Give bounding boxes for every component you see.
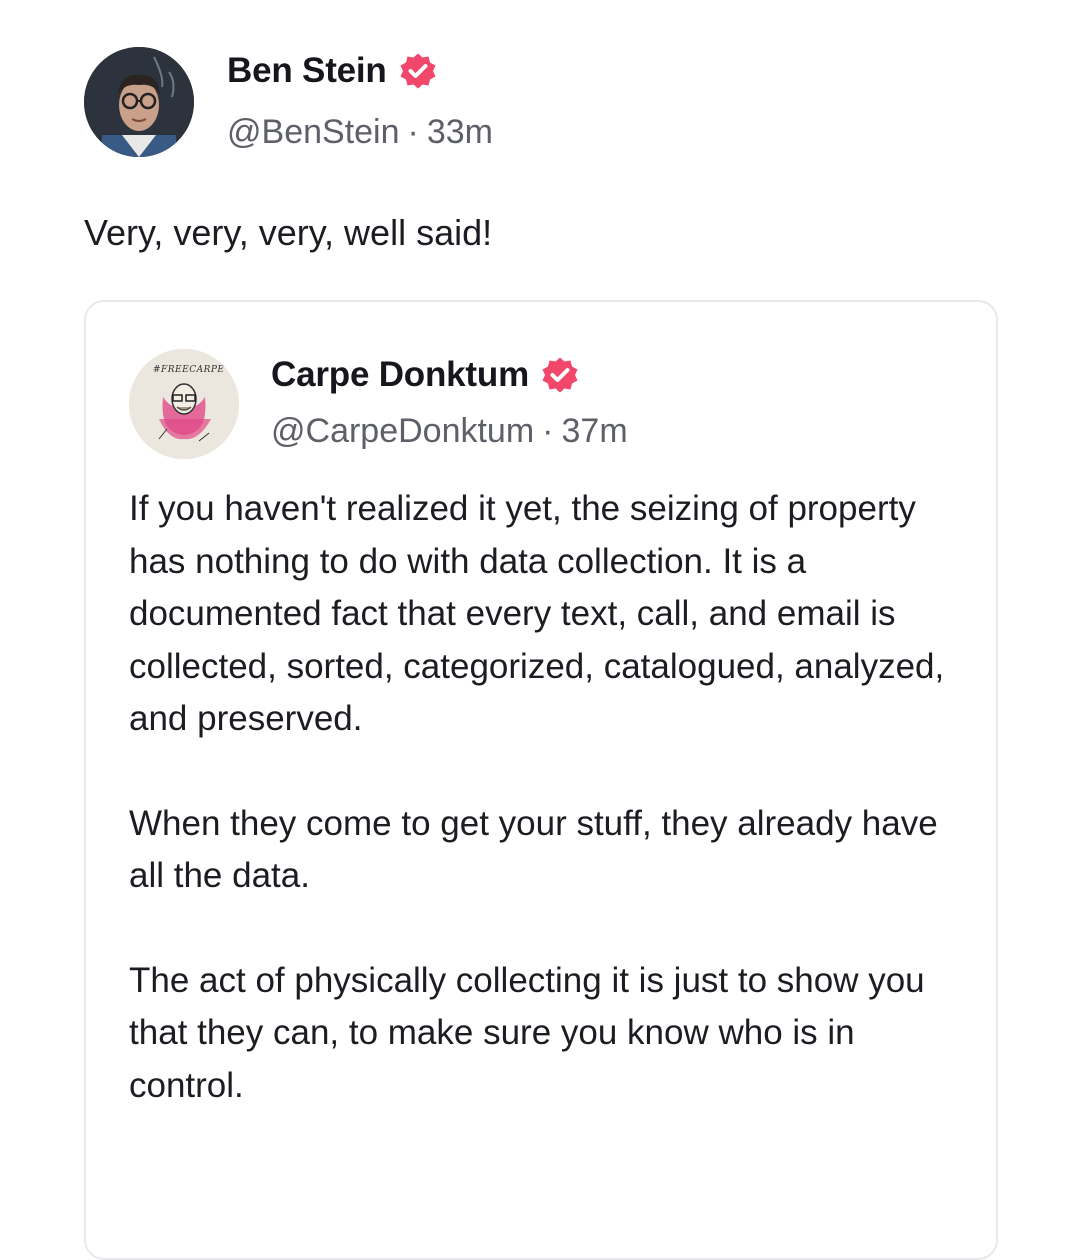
author-name[interactable]: Ben Stein [227, 51, 387, 91]
quoted-author-handle[interactable]: @CarpeDonktum [271, 412, 534, 450]
author-meta: @BenStein · 33m [227, 113, 493, 152]
verified-badge-icon [539, 354, 581, 396]
meta-separator: · [542, 412, 554, 450]
post-text: Very, very, very, well said! [84, 212, 493, 253]
author-avatar[interactable] [84, 47, 194, 157]
quoted-post-timestamp[interactable]: 37m [562, 412, 628, 450]
quoted-post-text: If you haven't realized it yet, the seiz… [129, 483, 969, 1164]
quoted-author-name[interactable]: Carpe Donktum [271, 355, 529, 395]
quoted-paragraph: The act of physically collecting it is j… [129, 960, 925, 1105]
quoted-paragraph: If you haven't realized it yet, the seiz… [129, 489, 945, 738]
quoted-author-name-row: Carpe Donktum [271, 354, 581, 396]
quoted-author-avatar[interactable]: #FREECARPE [129, 349, 239, 459]
author-handle[interactable]: @BenStein [227, 113, 400, 151]
quoted-author-meta: @CarpeDonktum · 37m [271, 412, 628, 451]
author-name-row: Ben Stein [227, 50, 439, 92]
post-timestamp[interactable]: 33m [427, 113, 493, 151]
quoted-paragraph: When they come to get your stuff, they a… [129, 803, 938, 896]
verified-badge-icon [397, 50, 439, 92]
profile-photo-icon [84, 47, 194, 157]
meta-separator: · [407, 113, 419, 151]
avatar-caption: #FREECARPE [153, 365, 225, 375]
post-card: Ben Stein @BenStein · 33m Very, very, very… [0, 0, 1080, 1260]
